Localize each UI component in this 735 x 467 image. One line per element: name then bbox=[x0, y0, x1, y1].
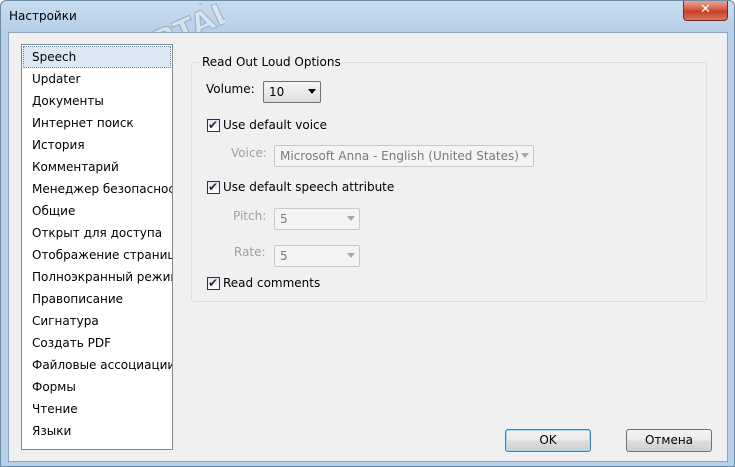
window-title: Настройки bbox=[9, 9, 77, 23]
chevron-down-icon bbox=[308, 89, 316, 94]
category-item[interactable]: Файловые ассоциации bbox=[22, 354, 172, 376]
close-button[interactable]: ✕ bbox=[683, 1, 728, 21]
volume-value: 10 bbox=[269, 85, 285, 99]
title-bar[interactable]: Настройки ✕ bbox=[1, 1, 734, 32]
chevron-down-icon bbox=[347, 253, 355, 258]
checkmark-icon: ✔ bbox=[208, 180, 219, 194]
pitch-dropdown[interactable]: 5 bbox=[274, 208, 360, 230]
voice-label: Voice: bbox=[231, 146, 267, 160]
close-icon: ✕ bbox=[700, 2, 711, 17]
category-list[interactable]: Speech Updater Документы Интернет поиск Исто… bbox=[21, 44, 173, 450]
rate-value: 5 bbox=[280, 249, 288, 263]
rate-dropdown[interactable]: 5 bbox=[274, 245, 360, 267]
category-item[interactable]: Документы bbox=[22, 90, 172, 112]
chevron-down-icon bbox=[347, 216, 355, 221]
category-item[interactable]: Языки bbox=[22, 420, 172, 442]
voice-value: Microsoft Anna - English (United States) bbox=[280, 149, 519, 163]
category-item[interactable]: Отображение страницы bbox=[22, 244, 172, 266]
use-default-voice-checkbox[interactable]: ✔ bbox=[207, 118, 220, 132]
settings-dialog: Настройки ✕ SOFTPORTAL www.softportal.co… bbox=[0, 0, 735, 467]
category-item[interactable]: Общие bbox=[22, 200, 172, 222]
dialog-client-area: Speech Updater Документы Интернет поиск Исто… bbox=[8, 32, 728, 462]
volume-label: Volume: bbox=[206, 82, 255, 96]
category-item[interactable]: Интернет поиск bbox=[22, 112, 172, 134]
cancel-button[interactable]: Отмена bbox=[626, 429, 712, 452]
category-item[interactable]: Формы bbox=[22, 376, 172, 398]
use-default-voice-label: Use default voice bbox=[223, 118, 328, 132]
voice-dropdown[interactable]: Microsoft Anna - English (United States) bbox=[274, 145, 534, 167]
rate-label: Rate: bbox=[234, 245, 266, 259]
read-comments-checkbox[interactable]: ✔ bbox=[207, 276, 220, 290]
category-item[interactable]: Правописание bbox=[22, 288, 172, 310]
category-item[interactable]: Открыт для доступа bbox=[22, 222, 172, 244]
group-title: Read Out Loud Options bbox=[199, 55, 344, 69]
category-item[interactable]: Сигнатура bbox=[22, 310, 172, 332]
category-item[interactable]: Менеджер безопасности bbox=[22, 178, 172, 200]
use-default-speech-checkbox[interactable]: ✔ bbox=[207, 180, 220, 194]
category-item[interactable]: Speech bbox=[23, 46, 171, 68]
use-default-speech-label: Use default speech attribute bbox=[223, 180, 395, 194]
chevron-down-icon bbox=[521, 153, 529, 158]
ok-button[interactable]: OK bbox=[505, 429, 591, 452]
category-item[interactable]: История bbox=[22, 134, 172, 156]
read-comments-label: Read comments bbox=[223, 276, 321, 290]
pitch-label: Pitch: bbox=[233, 209, 267, 223]
checkmark-icon: ✔ bbox=[208, 118, 219, 132]
category-item[interactable]: Чтение bbox=[22, 398, 172, 420]
pitch-value: 5 bbox=[280, 212, 288, 226]
category-item[interactable]: Updater bbox=[22, 68, 172, 90]
checkmark-icon: ✔ bbox=[208, 276, 219, 290]
volume-dropdown[interactable]: 10 bbox=[263, 81, 321, 103]
category-item[interactable]: Комментарий bbox=[22, 156, 172, 178]
category-item[interactable]: Полноэкранный режим bbox=[22, 266, 172, 288]
category-item[interactable]: Создать PDF bbox=[22, 332, 172, 354]
